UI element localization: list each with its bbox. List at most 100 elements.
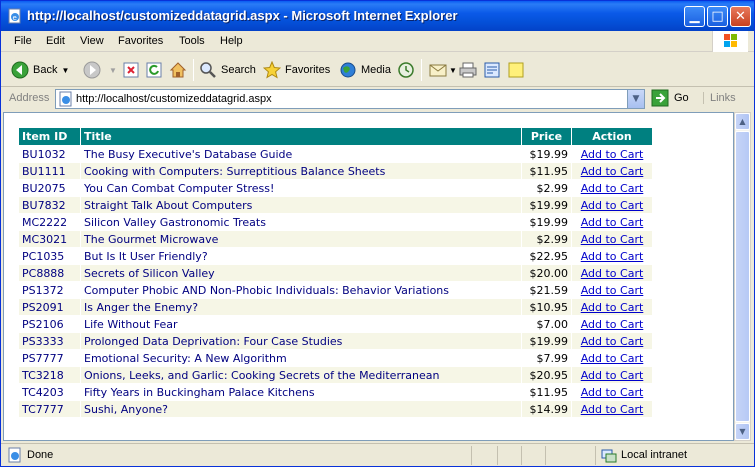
table-row: PS2106 Life Without Fear $7.00 Add to Cart: [18, 315, 653, 333]
mail-dropdown-icon[interactable]: ▼: [449, 66, 457, 75]
scroll-thumb[interactable]: [735, 131, 750, 422]
menu-bar: File Edit View Favorites Tools Help: [1, 31, 754, 52]
cell-price: $22.95: [521, 247, 572, 265]
menu-tools[interactable]: Tools: [179, 35, 205, 47]
table-row: PS1372 Computer Phobic AND Non-Phobic Ind…: [18, 281, 653, 299]
home-button[interactable]: [169, 59, 191, 81]
cell-item-id: MC2222: [18, 213, 81, 231]
ie-page-icon: e: [8, 8, 21, 24]
add-to-cart-link[interactable]: Add to Cart: [581, 148, 644, 161]
security-zone-label: Local intranet: [621, 449, 688, 461]
add-to-cart-link[interactable]: Add to Cart: [581, 199, 644, 212]
address-dropdown-icon[interactable]: ▼: [627, 90, 644, 108]
cell-item-id: BU7832: [18, 196, 81, 214]
back-dropdown-icon[interactable]: ▼: [61, 66, 69, 75]
add-to-cart-link[interactable]: Add to Cart: [581, 335, 644, 348]
status-text: Done: [27, 449, 54, 461]
go-button[interactable]: Go: [651, 89, 689, 107]
add-to-cart-link[interactable]: Add to Cart: [581, 250, 644, 263]
cell-action: Add to Cart: [571, 179, 653, 197]
menu-view[interactable]: View: [80, 35, 104, 47]
address-input[interactable]: http://localhost/customizeddatagrid.aspx…: [55, 89, 645, 109]
cell-title: Is Anger the Enemy?: [80, 298, 522, 316]
cell-action: Add to Cart: [571, 230, 653, 248]
media-button[interactable]: Media: [339, 59, 391, 81]
history-button[interactable]: [397, 59, 419, 81]
add-to-cart-link[interactable]: Add to Cart: [581, 233, 644, 246]
cell-price: $11.95: [521, 383, 572, 401]
discuss-button[interactable]: [507, 59, 529, 81]
status-panel: [521, 446, 522, 465]
table-row: BU1111 Cooking with Computers: Surreptiti…: [18, 162, 653, 180]
cell-title: But Is It User Friendly?: [80, 247, 522, 265]
forward-button[interactable]: ▼: [83, 59, 117, 81]
favorites-button[interactable]: Favorites: [263, 59, 330, 81]
menu-edit[interactable]: Edit: [46, 35, 65, 47]
back-button[interactable]: Back ▼: [11, 59, 69, 81]
add-to-cart-link[interactable]: Add to Cart: [581, 318, 644, 331]
maximize-button[interactable]: □: [707, 6, 728, 27]
title-bar[interactable]: e http://localhost/customizeddatagrid.as…: [1, 1, 754, 31]
add-to-cart-link[interactable]: Add to Cart: [581, 386, 644, 399]
close-button[interactable]: ✕: [730, 6, 751, 27]
stop-button[interactable]: [122, 59, 144, 81]
cell-item-id: BU1032: [18, 145, 81, 163]
add-to-cart-link[interactable]: Add to Cart: [581, 182, 644, 195]
cell-action: Add to Cart: [571, 366, 653, 384]
cell-title: Emotional Security: A New Algorithm: [80, 349, 522, 367]
search-button[interactable]: Search: [199, 59, 256, 81]
cell-item-id: PC1035: [18, 247, 81, 265]
menu-favorites[interactable]: Favorites: [118, 35, 163, 47]
scroll-down-icon[interactable]: ▼: [735, 423, 750, 440]
refresh-button[interactable]: [145, 59, 167, 81]
minimize-button[interactable]: ▁: [684, 6, 705, 27]
minimize-icon: ▁: [689, 9, 700, 24]
cell-title: You Can Combat Computer Stress!: [80, 179, 522, 197]
print-button[interactable]: [459, 59, 481, 81]
forward-dropdown-icon[interactable]: ▼: [109, 66, 117, 75]
table-row: PC1035 But Is It User Friendly? $22.95 Add …: [18, 247, 653, 265]
cell-action: Add to Cart: [571, 332, 653, 350]
add-to-cart-link[interactable]: Add to Cart: [581, 267, 644, 280]
add-to-cart-link[interactable]: Add to Cart: [581, 216, 644, 229]
header-title: Title: [80, 127, 522, 146]
scroll-up-icon[interactable]: ▲: [735, 113, 750, 130]
mail-button[interactable]: ▼: [429, 59, 457, 81]
add-to-cart-link[interactable]: Add to Cart: [581, 284, 644, 297]
mail-icon: [429, 64, 447, 77]
page-icon: [59, 91, 72, 107]
cell-title: Straight Talk About Computers: [80, 196, 522, 214]
page-content: Item ID Title Price Action BU1032 The Bus…: [3, 112, 734, 441]
address-label: Address: [9, 92, 50, 104]
add-to-cart-link[interactable]: Add to Cart: [581, 165, 644, 178]
cell-price: $14.99: [521, 400, 572, 418]
cell-item-id: BU2075: [18, 179, 81, 197]
go-arrow-icon: [651, 89, 669, 107]
history-icon: [398, 62, 414, 78]
menu-file[interactable]: File: [14, 35, 32, 47]
cell-title: Secrets of Silicon Valley: [80, 264, 522, 282]
media-label: Media: [361, 64, 391, 76]
cell-action: Add to Cart: [571, 264, 653, 282]
status-bar: Done Local intranet: [1, 443, 754, 466]
note-icon: [508, 62, 524, 78]
cell-title: Computer Phobic AND Non-Phobic Individua…: [80, 281, 522, 299]
cell-item-id: TC7777: [18, 400, 81, 418]
links-button[interactable]: Links: [703, 92, 736, 104]
add-to-cart-link[interactable]: Add to Cart: [581, 403, 644, 416]
menu-help[interactable]: Help: [220, 35, 243, 47]
add-to-cart-link[interactable]: Add to Cart: [581, 369, 644, 382]
cell-action: Add to Cart: [571, 383, 653, 401]
add-to-cart-link[interactable]: Add to Cart: [581, 301, 644, 314]
vertical-scrollbar[interactable]: ▲ ▼: [734, 112, 751, 441]
cell-price: $19.99: [521, 332, 572, 350]
status-panel: [545, 446, 546, 465]
cell-action: Add to Cart: [571, 315, 653, 333]
cell-title: Prolonged Data Deprivation: Four Case St…: [80, 332, 522, 350]
add-to-cart-link[interactable]: Add to Cart: [581, 352, 644, 365]
table-row: TC7777 Sushi, Anyone? $14.99 Add to Cart: [18, 400, 653, 418]
edit-button[interactable]: [483, 59, 505, 81]
cell-action: Add to Cart: [571, 298, 653, 316]
grid-header-row: Item ID Title Price Action: [18, 127, 653, 146]
data-grid: Item ID Title Price Action BU1032 The Bus…: [18, 127, 653, 418]
